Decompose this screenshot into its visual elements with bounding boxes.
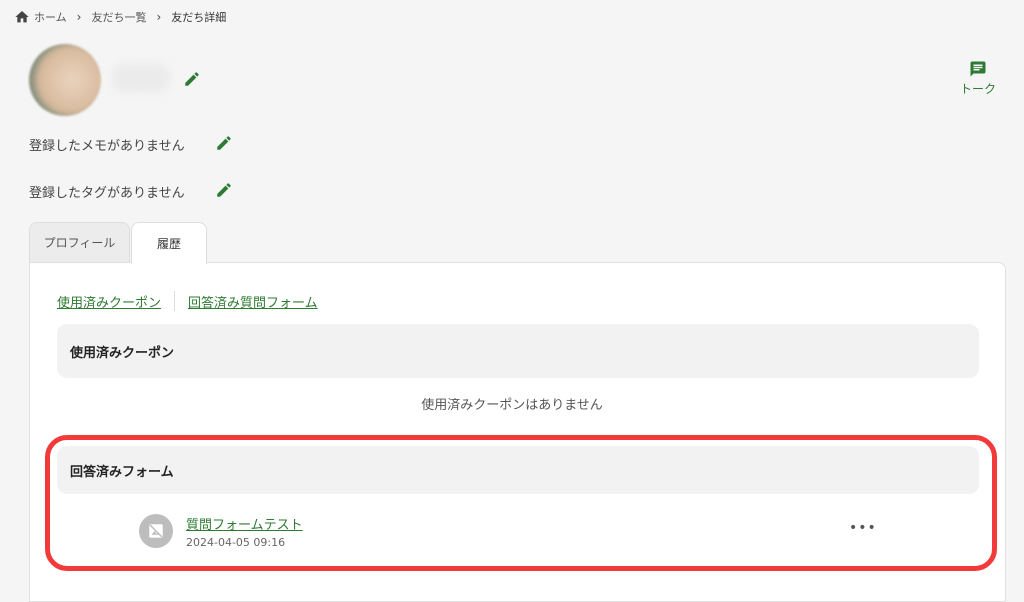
breadcrumb: ホーム › 友だち一覧 › 友だち詳細 <box>14 9 226 25</box>
more-options-icon[interactable]: ••• <box>849 520 877 536</box>
used-coupons-heading: 使用済みクーポン <box>57 324 979 378</box>
coupons-empty-message: 使用済みクーポンはありません <box>421 398 603 413</box>
edit-tag-icon[interactable] <box>215 181 233 199</box>
link-used-coupons[interactable]: 使用済みクーポン <box>57 292 161 311</box>
breadcrumb-friends-list[interactable]: 友だち一覧 <box>91 9 146 25</box>
image-off-icon <box>139 514 173 548</box>
tab-profile[interactable]: プロフィール <box>29 222 130 262</box>
chevron-right-icon: › <box>156 10 162 24</box>
answered-forms-heading: 回答済みフォーム <box>57 446 979 494</box>
tab-history[interactable]: 履歴 <box>131 222 207 264</box>
memo-empty-text: 登録したメモがありません <box>29 139 185 154</box>
answered-forms-heading-text: 回答済みフォーム <box>70 464 174 480</box>
form-item-date: 2024-04-05 09:16 <box>186 536 286 549</box>
form-item-title[interactable]: 質問フォームテスト <box>186 514 303 533</box>
talk-label: トーク <box>959 82 996 96</box>
edit-memo-icon[interactable] <box>215 134 233 152</box>
divider <box>174 291 176 311</box>
used-coupons-heading-text: 使用済みクーポン <box>70 345 175 361</box>
chat-icon <box>970 61 986 77</box>
edit-name-icon[interactable] <box>183 70 201 88</box>
history-panel <box>29 262 1006 602</box>
history-sublinks: 使用済みクーポン 回答済み質問フォーム <box>57 291 318 311</box>
link-answered-forms[interactable]: 回答済み質問フォーム <box>188 292 318 311</box>
friend-name <box>112 64 170 92</box>
breadcrumb-home[interactable]: ホーム <box>34 9 67 25</box>
chevron-right-icon: › <box>76 10 82 24</box>
talk-button[interactable]: トーク <box>958 60 998 97</box>
avatar <box>29 44 101 116</box>
tag-empty-text: 登録したタグがありません <box>29 186 185 201</box>
breadcrumb-current: 友だち詳細 <box>171 11 227 24</box>
home-icon[interactable] <box>14 9 30 25</box>
